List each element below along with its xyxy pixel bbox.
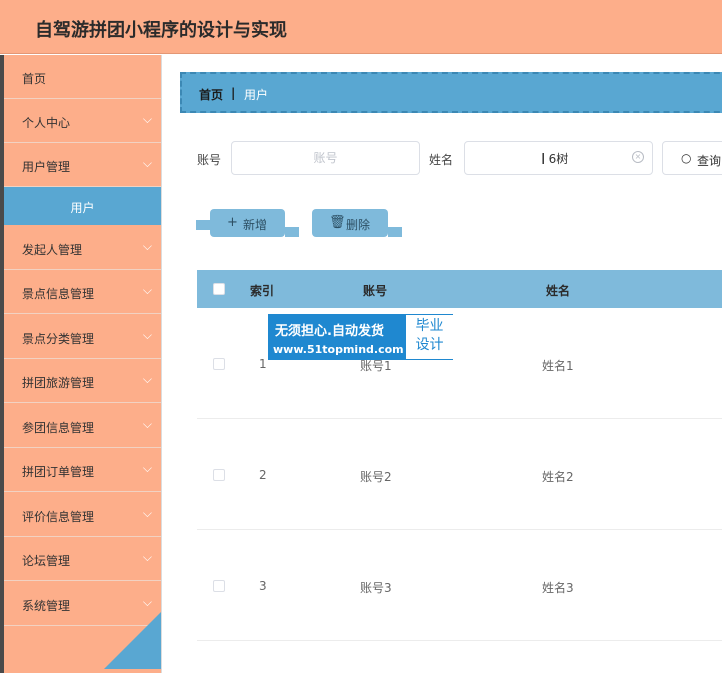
sidebar-item-label: 发起人管理	[22, 243, 83, 257]
chevron-down-icon: ⌵	[142, 461, 152, 475]
top-header: 自驾游拼团小程序的设计与实现	[0, 0, 722, 54]
sidebar-divider	[161, 55, 162, 673]
sidebar-item-forum[interactable]: 论坛管理 ⌵	[4, 537, 161, 581]
sidebar-item-label: 系统管理	[22, 599, 71, 613]
search-button-label: 查询	[697, 154, 722, 168]
sidebar-item-group-tour[interactable]: 拼团旅游管理 ⌵	[4, 359, 161, 403]
sidebar: 首页 个人中心 ⌵ 用户管理 ⌵ 用户 发起人管理 ⌵ 景点信息管理 ⌵ 景点分…	[4, 55, 161, 673]
cell-index: 1	[259, 357, 267, 371]
chevron-down-icon: ⌵	[142, 328, 152, 342]
sidebar-item-label: 首页	[22, 72, 47, 86]
chevron-down-icon: ⌵	[142, 372, 152, 386]
sidebar-item-label: 景点分类管理	[22, 332, 95, 346]
clear-input-icon[interactable]: ×	[632, 151, 644, 163]
row-checkbox[interactable]	[213, 580, 225, 592]
name-filter-label: 姓名	[429, 153, 454, 167]
sidebar-item-scenic-category[interactable]: 景点分类管理 ⌵	[4, 315, 161, 359]
watermark-badge-line1: 毕业	[415, 318, 444, 334]
column-header-name: 姓名	[546, 284, 571, 298]
account-search-input[interactable]	[231, 141, 420, 175]
watermark-badge: 毕业 设计	[406, 315, 453, 359]
sidebar-item-label: 景点信息管理	[22, 287, 95, 301]
sidebar-item-users[interactable]: 用户	[4, 187, 161, 225]
breadcrumb-separator: |	[231, 86, 236, 100]
cell-name: 姓名3	[542, 581, 574, 595]
chevron-down-icon: ⌵	[142, 506, 152, 520]
sidebar-item-personal-center[interactable]: 个人中心 ⌵	[4, 99, 161, 143]
sidebar-item-reviews[interactable]: 评价信息管理 ⌵	[4, 493, 161, 537]
row-checkbox[interactable]	[213, 358, 225, 370]
chevron-down-icon: ⌵	[142, 550, 152, 564]
chevron-down-icon: ⌵	[142, 595, 152, 609]
search-icon: ○	[681, 151, 692, 165]
app-title: 自驾游拼团小程序的设计与实现	[35, 20, 287, 41]
button-tab-decoration	[388, 227, 402, 237]
sidebar-item-home[interactable]: 首页	[4, 55, 161, 99]
cell-index: 2	[259, 468, 267, 482]
sidebar-item-label: 评价信息管理	[22, 510, 95, 524]
cell-name: 姓名2	[542, 470, 574, 484]
sidebar-item-label: 拼团旅游管理	[22, 376, 95, 390]
watermark-line2: www.51topmind.com	[273, 343, 404, 356]
cell-account: 账号2	[360, 470, 392, 484]
sidebar-item-label: 参团信息管理	[22, 421, 95, 435]
breadcrumb-home[interactable]: 首页	[199, 86, 223, 103]
column-header-account: 账号	[363, 284, 388, 298]
account-filter-label: 账号	[197, 153, 222, 167]
chevron-down-icon: ⌵	[142, 239, 152, 253]
delete-button-label: 删除	[346, 218, 371, 232]
name-search-input[interactable]	[464, 141, 653, 175]
delete-button[interactable]: 🗑 删除	[312, 209, 388, 237]
chevron-down-icon: ⌵	[142, 156, 152, 170]
sidebar-item-label: 用户	[70, 201, 95, 215]
plus-icon: +	[227, 215, 238, 230]
sidebar-item-label: 论坛管理	[22, 554, 71, 568]
sidebar-item-group-orders[interactable]: 拼团订单管理 ⌵	[4, 448, 161, 492]
cell-index: 3	[259, 579, 267, 593]
row-checkbox[interactable]	[213, 469, 225, 481]
breadcrumb: 首页 | 用户	[180, 72, 722, 113]
button-tab-decoration	[285, 227, 299, 237]
select-all-checkbox[interactable]	[213, 283, 225, 295]
cell-name: 姓名1	[542, 359, 574, 373]
sidebar-item-user-management[interactable]: 用户管理 ⌵	[4, 143, 161, 187]
sidebar-item-label: 个人中心	[22, 116, 71, 130]
watermark-badge-line2: 设计	[415, 337, 444, 353]
table-header: 索引 账号 姓名	[197, 270, 722, 308]
sidebar-item-participation-info[interactable]: 参团信息管理 ⌵	[4, 404, 161, 448]
sidebar-item-label: 用户管理	[22, 160, 71, 174]
sidebar-item-label: 拼团订单管理	[22, 465, 95, 479]
add-button-label: 新增	[243, 218, 268, 232]
text-cursor-icon: I	[541, 150, 546, 168]
column-header-index: 索引	[250, 284, 275, 298]
search-button[interactable]: ○ 查询	[662, 141, 722, 175]
breadcrumb-current: 用户	[244, 88, 269, 102]
button-tab-decoration	[196, 220, 210, 230]
watermark-line1: 无须担心.自动发货	[275, 324, 384, 339]
sidebar-item-scenic-info[interactable]: 景点信息管理 ⌵	[4, 270, 161, 314]
watermark-banner: 无须担心.自动发货 www.51topmind.com 毕业 设计	[268, 314, 453, 360]
add-button[interactable]: + 新增	[210, 209, 285, 237]
sidebar-corner-decoration	[104, 612, 161, 669]
chevron-down-icon: ⌵	[142, 112, 152, 126]
chevron-down-icon: ⌵	[142, 283, 152, 297]
sidebar-item-initiator-management[interactable]: 发起人管理 ⌵	[4, 226, 161, 270]
chevron-down-icon: ⌵	[142, 417, 152, 431]
trash-icon: 🗑	[329, 215, 346, 230]
table-row: 2 账号2 姓名2	[197, 419, 722, 530]
table-row: 3 账号3 姓名3	[197, 530, 722, 641]
cell-account: 账号3	[360, 581, 392, 595]
